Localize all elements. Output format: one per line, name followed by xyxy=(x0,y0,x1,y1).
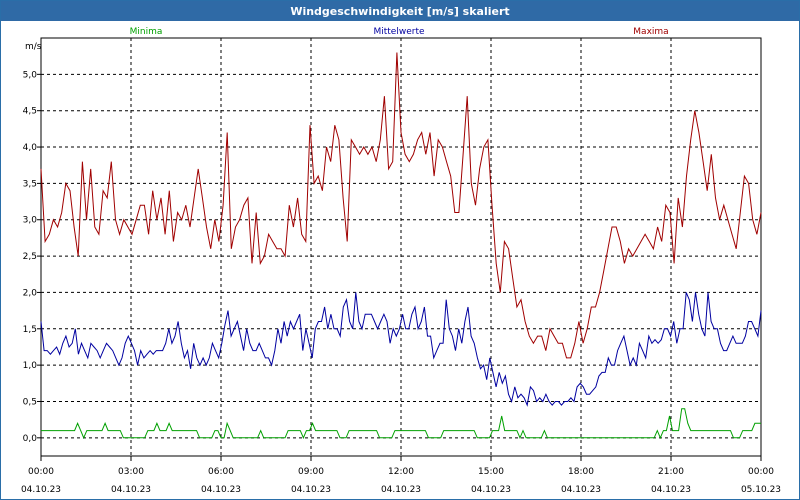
x-tick-date-label: 04.10.23 xyxy=(21,485,61,495)
x-tick-date-label: 04.10.23 xyxy=(561,485,601,495)
legend-entry-maxima: Maxima xyxy=(633,27,668,37)
x-tick-date-label: 04.10.23 xyxy=(381,485,421,495)
y-tick-label: 0,0 xyxy=(23,434,38,444)
x-tick-time-label: 18:00 xyxy=(568,467,594,477)
y-tick-label: 1,0 xyxy=(23,361,38,371)
y-tick-label: 2,5 xyxy=(23,252,37,262)
x-tick-date-label: 04.10.23 xyxy=(471,485,511,495)
y-tick-label: 4,5 xyxy=(23,107,37,117)
y-tick-label: 4,0 xyxy=(23,143,38,153)
legend: Minima Mittelwerte Maxima xyxy=(130,27,669,37)
x-tick-time-label: 09:00 xyxy=(298,467,324,477)
y-axis-label: m/s xyxy=(25,42,42,52)
x-tick-time-label: 12:00 xyxy=(388,467,414,477)
y-tick-label: 3,5 xyxy=(23,179,37,189)
y-tick-label: 1,5 xyxy=(23,325,37,335)
x-tick-time-label: 21:00 xyxy=(658,467,684,477)
x-tick-time-label: 00:00 xyxy=(28,467,54,477)
x-tick-time-label: 03:00 xyxy=(118,467,144,477)
x-tick-date-label: 05.10.23 xyxy=(741,485,781,495)
x-tick-date-label: 04.10.23 xyxy=(111,485,151,495)
legend-entry-minima: Minima xyxy=(130,27,163,37)
chart-window: Windgeschwindigkeit [m/s] skaliert 0,0 0,… xyxy=(0,0,800,500)
x-axis-ticks: 00:00 04.10.23 03:00 04.10.23 06:00 04.10.23 0… xyxy=(21,456,781,495)
y-tick-label: 3,0 xyxy=(23,216,38,226)
y-tick-label: 0,5 xyxy=(23,397,37,407)
y-axis-ticks: 0,0 0,5 1,0 1,5 2,0 2,5 3,0 3,5 4,0 4,5 5,0 xyxy=(23,70,41,444)
window-title: Windgeschwindigkeit [m/s] skaliert xyxy=(1,1,799,21)
x-tick-time-label: 00:00 xyxy=(748,467,774,477)
legend-entry-mittelwerte: Mittelwerte xyxy=(373,27,424,37)
x-tick-time-label: 15:00 xyxy=(478,467,504,477)
x-tick-date-label: 04.10.23 xyxy=(201,485,241,495)
y-tick-label: 2,0 xyxy=(23,288,38,298)
x-tick-time-label: 06:00 xyxy=(208,467,234,477)
y-tick-label: 5,0 xyxy=(23,70,38,80)
x-tick-date-label: 04.10.23 xyxy=(291,485,331,495)
x-tick-date-label: 04.10.23 xyxy=(651,485,691,495)
wind-speed-chart: 0,00,51,01,52,02,53,03,54,04,55,0 00:000… xyxy=(21,27,781,495)
